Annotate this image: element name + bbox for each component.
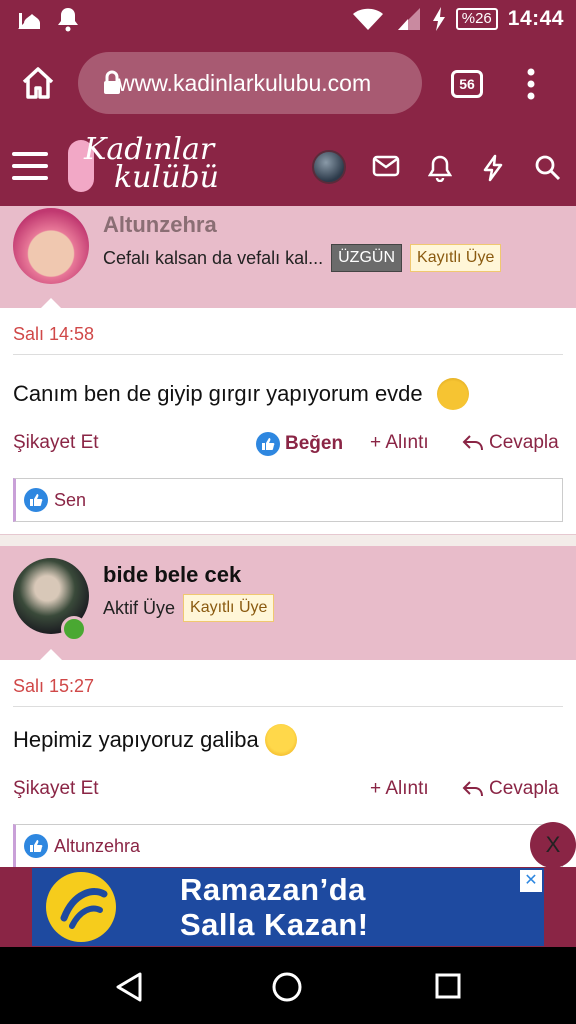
lightning-icon[interactable] [482, 154, 504, 182]
wifi-icon [352, 8, 383, 30]
charging-icon [432, 7, 445, 31]
post-date[interactable]: Salı 14:58 [13, 324, 94, 345]
mosque-icon [18, 13, 40, 29]
close-ad-button[interactable]: X [530, 822, 576, 868]
post-username[interactable]: Altunzehra [103, 212, 217, 238]
post-avatar[interactable] [13, 208, 89, 284]
laughing-emoji-icon [264, 724, 297, 756]
report-link[interactable]: Şikayet Et [13, 432, 99, 454]
recents-icon[interactable] [434, 971, 462, 1001]
reply-icon [462, 435, 483, 451]
ad-text: Ramazan’da Salla Kazan! [180, 872, 369, 942]
quote-button[interactable]: + Alıntı [370, 778, 429, 800]
post-username[interactable]: bide bele cek [103, 562, 241, 588]
ad-line1: Ramazan’da [180, 872, 366, 907]
bell-icon[interactable] [428, 154, 452, 182]
divider [13, 706, 563, 707]
site-logo[interactable]: Kadınlar kulübü [66, 135, 219, 195]
thumbs-up-icon [256, 432, 280, 456]
thumbs-up-icon [24, 488, 48, 512]
home-icon[interactable] [20, 66, 56, 100]
user-title-row: Aktif Üye Kayıtlı Üye [103, 594, 275, 622]
post-message: Hepimiz yapıyoruz galiba [13, 724, 297, 756]
lock-icon [104, 70, 120, 94]
battery-level: %26 [455, 8, 498, 30]
post-text: Canım ben de giyip gırgır yapıyorum evde [13, 381, 423, 406]
user-title-row: Cefalı kalsan da vefalı kal... ÜZGÜN Kay… [103, 244, 502, 272]
report-link[interactable]: Şikayet Et [13, 778, 99, 800]
url-bar[interactable]: www.kadinlarkulubu.com [78, 52, 422, 114]
bell-notification-icon [58, 8, 78, 32]
likes-summary[interactable]: Sen [13, 478, 563, 522]
android-nav-bar [0, 947, 576, 1024]
reply-label: Cevapla [489, 778, 559, 799]
user-title: Aktif Üye [103, 597, 176, 618]
logo-line2: kulübü [114, 160, 219, 195]
post-pointer [40, 649, 62, 660]
signal-icon [397, 8, 420, 30]
likes-by: Altunzehra [54, 835, 141, 856]
post-date[interactable]: Salı 15:27 [13, 676, 94, 697]
post-header: Altunzehra Cefalı kalsan da vefalı kal..… [0, 206, 576, 308]
likes-summary[interactable]: Altunzehra [13, 824, 563, 867]
post-header: bide bele cek Aktif Üye Kayıtlı Üye [0, 546, 576, 660]
divider [13, 354, 563, 355]
online-status-icon [61, 616, 87, 642]
search-icon[interactable] [534, 154, 562, 182]
quote-button[interactable]: + Alıntı [370, 432, 429, 454]
role-badge: Kayıtlı Üye [410, 244, 502, 272]
like-button[interactable]: Beğen [256, 432, 343, 456]
ad-choices-icon[interactable]: ✕ [520, 870, 542, 892]
post-separator [0, 534, 576, 546]
status-bar: %26 14:44 [0, 0, 576, 40]
site-header: Kadınlar kulübü [0, 128, 576, 206]
post-message: Canım ben de giyip gırgır yapıyorum evde [13, 378, 469, 410]
thumbs-up-icon [24, 834, 48, 858]
turkcell-logo-icon [46, 872, 116, 942]
like-label: Beğen [285, 433, 344, 454]
likes-by: Sen [54, 489, 87, 510]
home-nav-icon[interactable] [270, 971, 304, 1003]
mood-badge: ÜZGÜN [331, 244, 403, 272]
hamburger-menu-icon[interactable] [12, 152, 48, 182]
post-actions: Şikayet Et + Alıntı Cevapla [0, 778, 576, 808]
post-text: Hepimiz yapıyoruz galiba [13, 727, 259, 752]
overflow-menu-icon[interactable] [522, 68, 540, 100]
user-avatar[interactable] [312, 150, 346, 184]
thread-content: Altunzehra Cefalı kalsan da vefalı kal..… [0, 206, 576, 867]
user-title: Cefalı kalsan da vefalı kal... [103, 247, 324, 268]
ad-line2: Salla Kazan! [180, 907, 369, 942]
reply-label: Cevapla [489, 432, 559, 453]
reply-button[interactable]: Cevapla [462, 778, 559, 800]
post-actions: Şikayet Et Beğen + Alıntı Cevapla [0, 432, 576, 462]
tab-switcher-button[interactable]: 56 [451, 70, 483, 98]
role-badge: Kayıtlı Üye [183, 594, 275, 622]
post-pointer [40, 298, 62, 309]
sleepy-emoji-icon [436, 378, 469, 410]
browser-toolbar: www.kadinlarkulubu.com 56 [0, 40, 576, 128]
ad-banner[interactable]: Ramazan’da Salla Kazan! [32, 868, 544, 946]
mail-icon[interactable] [372, 154, 400, 178]
url-text[interactable]: www.kadinlarkulubu.com [118, 70, 388, 97]
back-icon[interactable] [114, 971, 144, 1003]
reply-button[interactable]: Cevapla [462, 432, 559, 454]
reply-icon [462, 781, 483, 797]
clock: 14:44 [507, 7, 564, 30]
